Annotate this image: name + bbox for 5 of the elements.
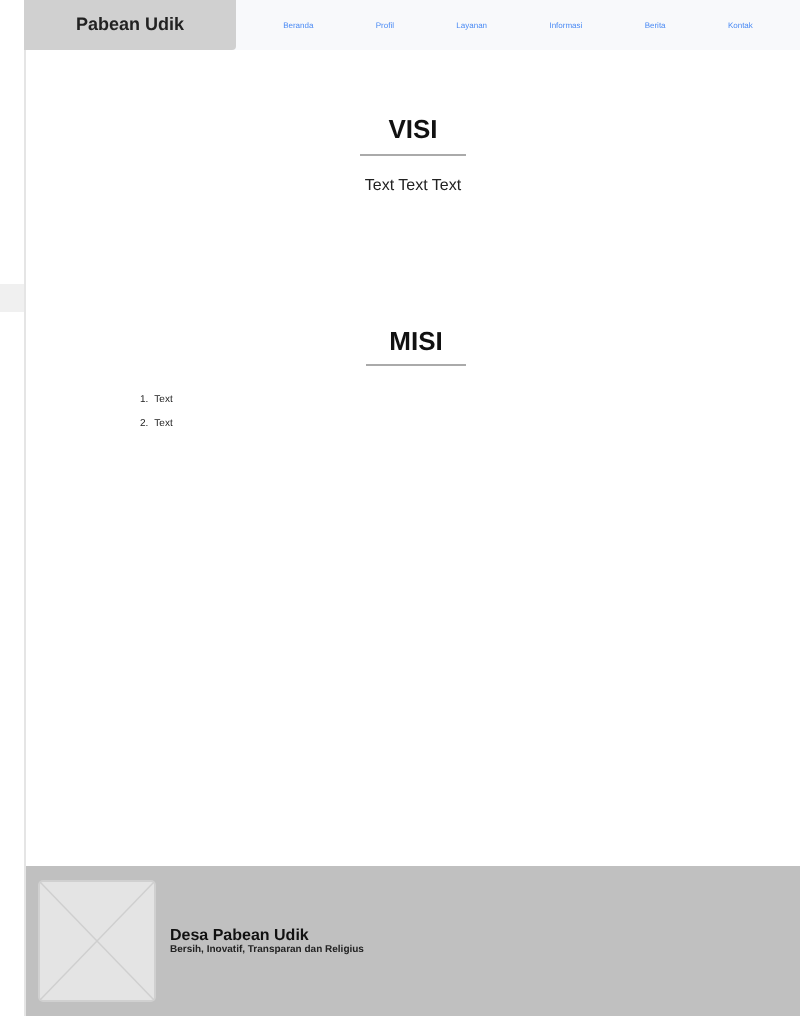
section-title: MISI — [365, 321, 467, 366]
brand-logo[interactable]: Pabean Udik — [24, 0, 236, 50]
vision-text: Text Text Text — [364, 173, 462, 197]
section-title: VISI — [360, 110, 466, 155]
footer-title: Desa Pabean Udik — [170, 927, 311, 943]
